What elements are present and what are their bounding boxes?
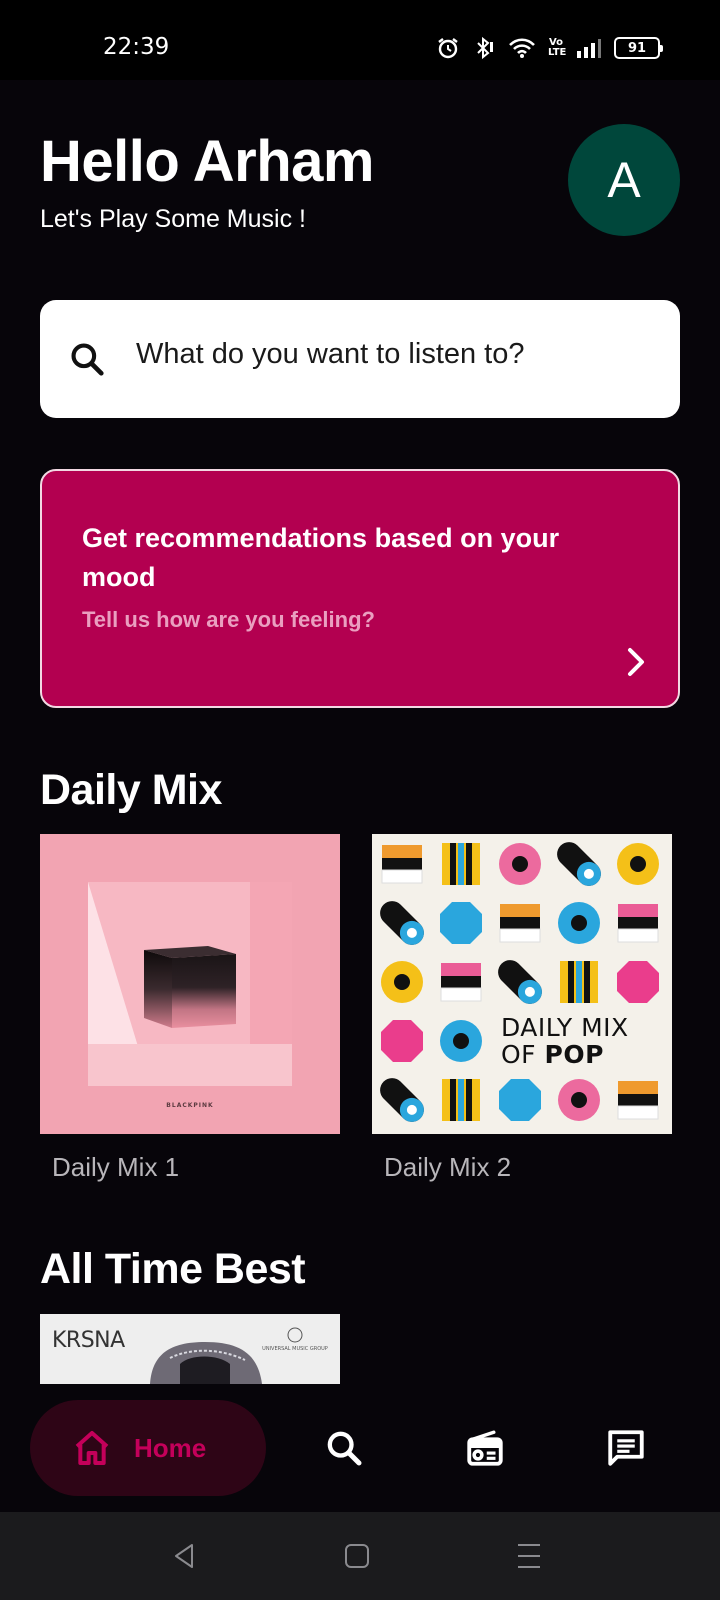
candy-pill (380, 901, 424, 945)
mood-recommendation-card[interactable]: Get recommendations based on your mood T… (40, 469, 680, 708)
candy-pill (557, 842, 601, 886)
daily-mix-label: Daily Mix 1 (52, 1152, 180, 1182)
chat-icon (608, 1430, 644, 1466)
home-square-icon[interactable] (344, 1542, 370, 1570)
home-icon (75, 1431, 109, 1465)
mood-card-subtitle: Tell us how are you feeling? (82, 607, 375, 632)
daily-mix-label: Daily Mix 2 (384, 1152, 512, 1182)
nav-radio-button[interactable] (461, 1424, 509, 1472)
alarm-icon (438, 38, 458, 59)
album-brand-text: BLACKPINK (166, 1102, 214, 1109)
candy-dots (499, 1079, 541, 1121)
all-time-best-heading: All Time Best (40, 1245, 306, 1293)
greeting-subtitle: Let's Play Some Music ! (40, 205, 306, 233)
candy-bar (382, 845, 422, 858)
search-icon (327, 1431, 362, 1466)
system-nav-bar (0, 1512, 720, 1600)
candy-pill (380, 1078, 424, 1122)
candy-bar (441, 963, 481, 976)
bluetooth-icon (477, 36, 493, 60)
avatar[interactable]: A (568, 124, 680, 236)
candy-pattern-art (380, 842, 659, 1122)
album-art: DAILY MIX OF POP (372, 834, 672, 1134)
page-title: Hello Arham (40, 129, 374, 194)
wifi-icon (509, 38, 535, 58)
daily-mix-heading: Daily Mix (40, 766, 222, 814)
artist-photo (150, 1342, 262, 1384)
album-art-text: DAILY MIX OF POP (501, 1013, 629, 1069)
candy-dots (381, 1020, 423, 1062)
candy-bar (618, 1081, 658, 1094)
status-bar: 22:39 Vo LTE 91 (0, 0, 720, 80)
search-bar[interactable] (40, 300, 680, 418)
menu-icon[interactable] (516, 1542, 542, 1570)
radio-icon (467, 1430, 503, 1466)
candy-pill (498, 960, 542, 1004)
signal-icon (577, 39, 601, 58)
daily-mix-card[interactable]: DAILY MIX OF POP Daily Mix 2 (372, 834, 672, 1183)
bottom-nav: Home (0, 1384, 720, 1512)
cube-art (144, 946, 236, 1028)
nav-home-button[interactable]: Home (30, 1400, 266, 1496)
album-art: BLACKPINK (40, 834, 340, 1134)
search-input[interactable] (136, 338, 656, 371)
status-time: 22:39 (103, 34, 170, 60)
chevron-right-icon[interactable] (626, 647, 648, 677)
daily-mix-card[interactable]: BLACKPINK Daily Mix 1 (40, 834, 340, 1183)
status-icons: Vo LTE 91 (436, 34, 663, 62)
candy-dots (617, 961, 659, 1003)
volte-indicator: Vo LTE (548, 37, 567, 58)
candy-dots (440, 902, 482, 944)
candy-bar (618, 904, 658, 917)
candy-bar (500, 904, 540, 917)
nav-chat-button[interactable] (602, 1424, 650, 1472)
nav-home-label: Home (134, 1433, 207, 1463)
back-icon[interactable] (172, 1542, 196, 1570)
avatar-letter: A (607, 152, 641, 208)
search-icon (71, 343, 104, 376)
nav-search-button[interactable] (320, 1424, 368, 1472)
mood-card-title: Get recommendations based on your mood (82, 523, 560, 592)
battery-indicator: 91 (614, 37, 663, 59)
all-time-best-card[interactable]: KRSNA UNIVERSAL MUSIC GROUP (40, 1314, 340, 1384)
